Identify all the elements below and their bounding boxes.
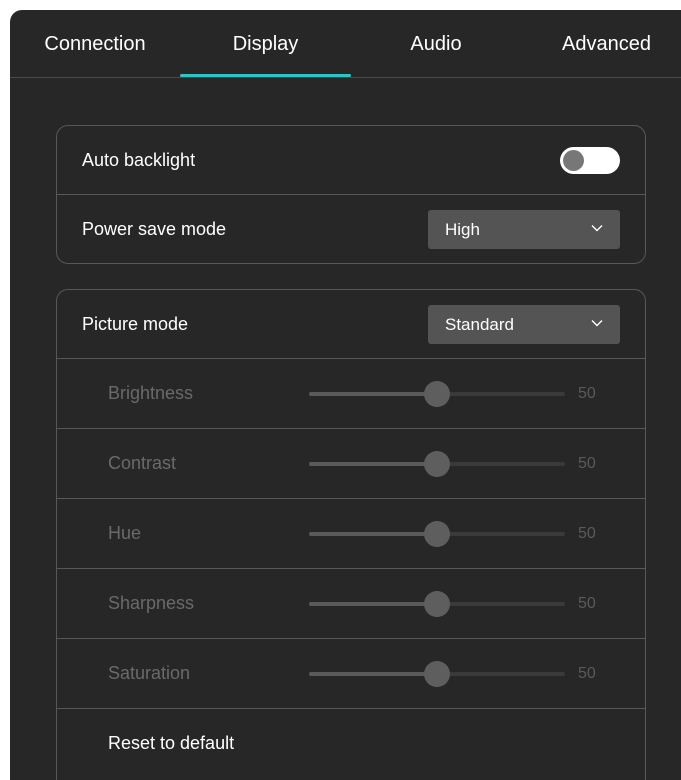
picture-mode-value: Standard: [445, 315, 514, 334]
contrast-value: 50: [578, 455, 596, 472]
hue-label: Hue: [108, 523, 142, 543]
power-save-mode-value: High: [445, 220, 480, 239]
slider-thumb[interactable]: [424, 521, 450, 547]
contrast-label: Contrast: [108, 453, 177, 473]
sharpness-value: 50: [578, 595, 596, 612]
chevron-down-icon: [591, 225, 603, 232]
slider-thumb[interactable]: [424, 661, 450, 687]
power-save-mode-select[interactable]: High: [428, 210, 620, 249]
slider-thumb[interactable]: [424, 591, 450, 617]
tab-display[interactable]: Display: [180, 10, 351, 77]
saturation-label: Saturation: [108, 663, 191, 683]
contrast-slider[interactable]: [309, 451, 565, 477]
sharpness-row: Sharpness 50: [57, 568, 645, 638]
power-save-mode-label: Power save mode: [82, 219, 227, 239]
picture-mode-row: Picture mode Standard: [57, 290, 645, 358]
hue-value: 50: [578, 525, 596, 542]
slider-thumb[interactable]: [424, 381, 450, 407]
reset-to-default-button[interactable]: Reset to default: [108, 709, 234, 777]
sharpness-label: Sharpness: [108, 593, 195, 613]
brightness-label: Brightness: [108, 383, 194, 403]
picture-mode-label: Picture mode: [82, 314, 189, 334]
hue-row: Hue 50: [57, 498, 645, 568]
saturation-value: 50: [578, 665, 596, 682]
toggle-knob: [563, 150, 584, 171]
slider-fill: [309, 392, 437, 396]
picture-settings-card: Picture mode Standard Brightness 50 Cont…: [56, 289, 646, 780]
contrast-row: Contrast 50: [57, 428, 645, 498]
tab-advanced[interactable]: Advanced: [521, 10, 681, 77]
brightness-row: Brightness 50: [57, 358, 645, 428]
settings-window: Connection Display Audio Advanced Auto b…: [10, 10, 681, 780]
picture-mode-select[interactable]: Standard: [428, 305, 620, 344]
slider-fill: [309, 532, 437, 536]
chevron-down-icon: [591, 320, 603, 327]
sharpness-slider[interactable]: [309, 591, 565, 617]
saturation-slider[interactable]: [309, 661, 565, 687]
slider-thumb[interactable]: [424, 451, 450, 477]
tab-bar: Connection Display Audio Advanced: [10, 10, 681, 78]
tab-connection[interactable]: Connection: [10, 10, 180, 77]
hue-slider[interactable]: [309, 521, 565, 547]
general-settings-card: Auto backlight Power save mode High: [56, 125, 646, 264]
slider-fill: [309, 462, 437, 466]
saturation-row: Saturation 50: [57, 638, 645, 708]
auto-backlight-row: Auto backlight: [57, 126, 645, 194]
slider-fill: [309, 602, 437, 606]
brightness-slider[interactable]: [309, 381, 565, 407]
auto-backlight-label: Auto backlight: [82, 150, 196, 170]
brightness-value: 50: [578, 385, 596, 402]
active-tab-indicator: [180, 74, 351, 77]
slider-fill: [309, 672, 437, 676]
power-save-mode-row: Power save mode High: [57, 194, 645, 263]
tab-audio[interactable]: Audio: [351, 10, 521, 77]
reset-row[interactable]: Reset to default: [57, 708, 645, 778]
auto-backlight-toggle[interactable]: [560, 147, 620, 174]
